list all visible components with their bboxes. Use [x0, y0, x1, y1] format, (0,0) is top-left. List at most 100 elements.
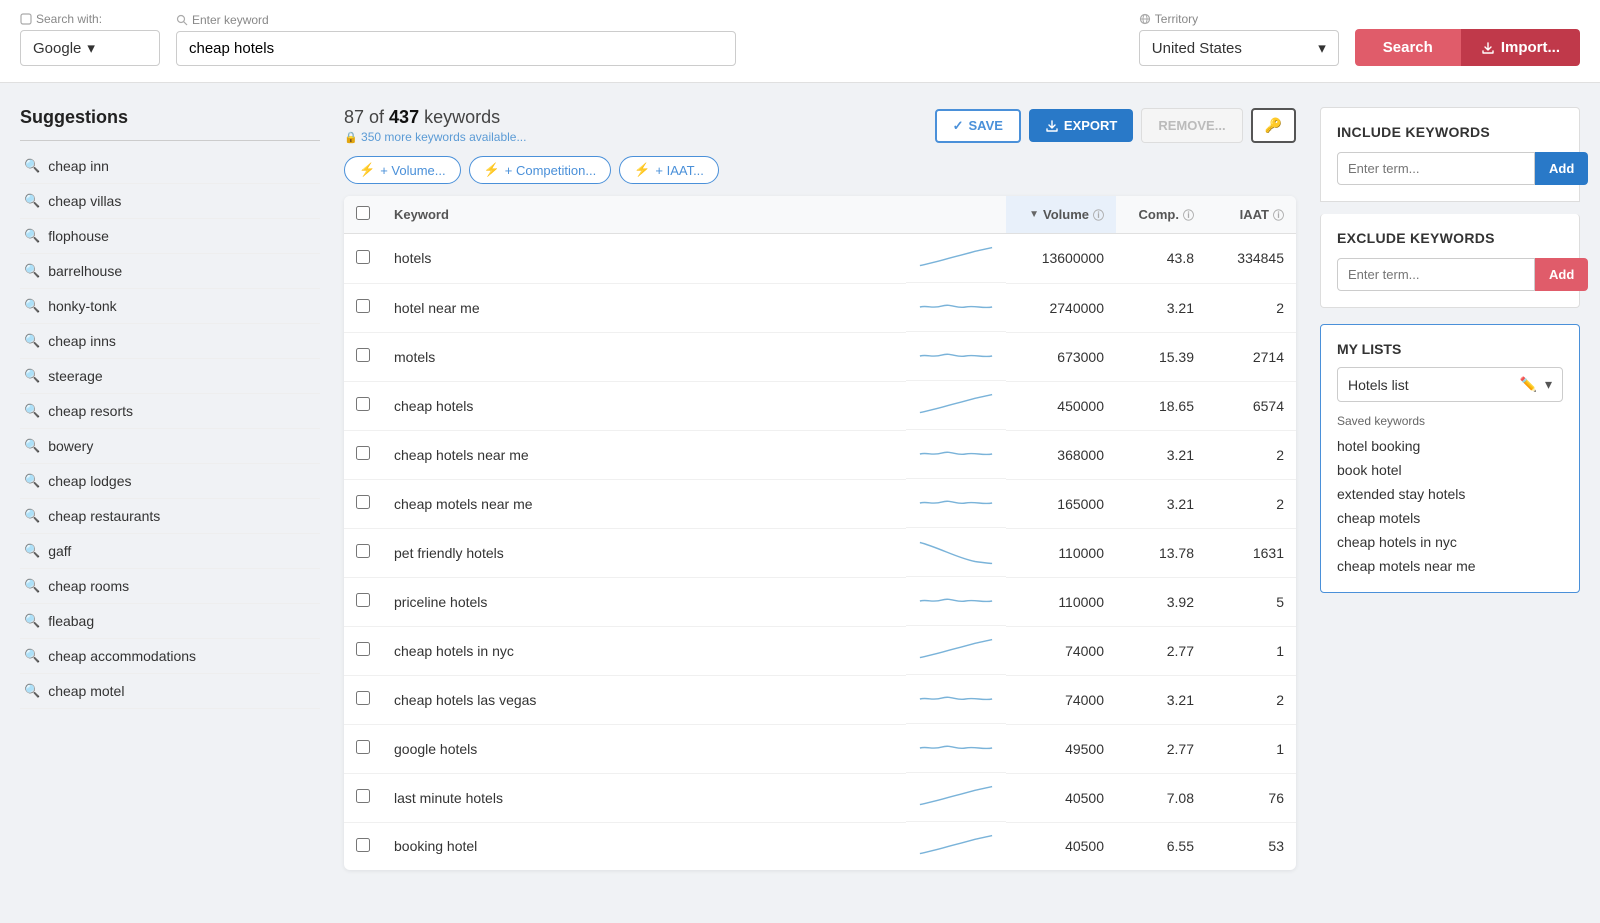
search-import-group: Search Import...	[1355, 29, 1580, 66]
table-row: cheap hotels las vegas740003.212	[344, 675, 1296, 724]
territory-select[interactable]: United States ▾	[1139, 30, 1339, 66]
search-with-field: Search with: Google ▾	[20, 12, 160, 66]
keywords-count: 87 of 437 keywords	[344, 107, 526, 128]
th-iaat[interactable]: IAAT ⓘ	[1206, 196, 1296, 234]
search-button[interactable]: Search	[1355, 29, 1461, 66]
sidebar-item[interactable]: 🔍cheap motel	[20, 674, 320, 709]
sidebar-item[interactable]: 🔍honky-tonk	[20, 289, 320, 324]
keyword-input[interactable]	[176, 31, 736, 66]
comp-cell: 3.21	[1116, 675, 1206, 724]
row-checkbox[interactable]	[356, 250, 370, 264]
search-with-select[interactable]: Google ▾	[20, 30, 160, 66]
iaat-cell: 6574	[1206, 381, 1296, 430]
export-button[interactable]: EXPORT	[1029, 109, 1133, 142]
lock-icon: 🔒	[344, 132, 358, 144]
sidebar-item[interactable]: 🔍cheap inns	[20, 324, 320, 359]
iaat-cell: 53	[1206, 822, 1296, 870]
filter-tag[interactable]: ⚡+ Volume...	[344, 156, 461, 184]
trend-cell	[906, 381, 1006, 430]
keyword-cell: cheap hotels	[382, 381, 906, 430]
search-icon: 🔍	[24, 298, 40, 314]
import-button[interactable]: Import...	[1461, 29, 1580, 66]
filter-tag[interactable]: ⚡+ Competition...	[469, 156, 612, 184]
th-check	[344, 196, 382, 234]
key-button[interactable]: 🔑	[1251, 108, 1296, 143]
sidebar-items: 🔍cheap inn🔍cheap villas🔍flophouse🔍barrel…	[20, 149, 320, 709]
row-checkbox[interactable]	[356, 544, 370, 558]
row-checkbox[interactable]	[356, 691, 370, 705]
sidebar-item[interactable]: 🔍steerage	[20, 359, 320, 394]
comp-info-icon[interactable]: ⓘ	[1183, 207, 1194, 223]
filter-tag[interactable]: ⚡+ IAAT...	[619, 156, 719, 184]
volume-info-icon[interactable]: ⓘ	[1093, 207, 1104, 223]
comp-cell: 7.08	[1116, 773, 1206, 822]
search-icon: 🔍	[24, 158, 40, 174]
volume-cell: 673000	[1006, 332, 1116, 381]
sidebar-item[interactable]: 🔍barrelhouse	[20, 254, 320, 289]
search-icon: 🔍	[24, 613, 40, 629]
saved-keyword-item: extended stay hotels	[1337, 484, 1563, 504]
sidebar-item[interactable]: 🔍flophouse	[20, 219, 320, 254]
sidebar-item[interactable]: 🔍cheap inn	[20, 149, 320, 184]
sidebar-item[interactable]: 🔍cheap lodges	[20, 464, 320, 499]
search-icon: 🔍	[24, 403, 40, 419]
sidebar-item[interactable]: 🔍fleabag	[20, 604, 320, 639]
th-keyword[interactable]: Keyword	[382, 196, 906, 234]
edit-icon[interactable]: ✏️	[1520, 376, 1537, 393]
row-checkbox[interactable]	[356, 495, 370, 509]
exclude-term-input[interactable]	[1337, 258, 1535, 291]
sidebar: Suggestions 🔍cheap inn🔍cheap villas🔍flop…	[20, 107, 320, 870]
sidebar-item[interactable]: 🔍bowery	[20, 429, 320, 464]
volume-cell: 2740000	[1006, 283, 1116, 332]
table-row: google hotels495002.771	[344, 724, 1296, 773]
iaat-info-icon[interactable]: ⓘ	[1273, 207, 1284, 223]
include-term-input[interactable]	[1337, 152, 1535, 185]
table-row: booking hotel405006.5553	[344, 822, 1296, 870]
row-checkbox[interactable]	[356, 593, 370, 607]
saved-keyword-item: cheap motels	[1337, 508, 1563, 528]
table-row: pet friendly hotels11000013.781631	[344, 528, 1296, 577]
trend-cell	[906, 332, 1006, 381]
keyword-cell: cheap hotels las vegas	[382, 675, 906, 724]
row-checkbox[interactable]	[356, 348, 370, 362]
exclude-input-row: Add	[1337, 258, 1563, 291]
remove-button: REMOVE...	[1141, 108, 1242, 143]
sidebar-item[interactable]: 🔍cheap accommodations	[20, 639, 320, 674]
saved-kw-list: hotel bookingbook hotelextended stay hot…	[1337, 436, 1563, 576]
sidebar-item[interactable]: 🔍cheap resorts	[20, 394, 320, 429]
search-icon: 🔍	[24, 438, 40, 454]
row-checkbox[interactable]	[356, 838, 370, 852]
keyword-cell: google hotels	[382, 724, 906, 773]
save-button[interactable]: ✓ SAVE	[935, 109, 1021, 143]
list-name: Hotels list	[1348, 377, 1409, 393]
th-comp[interactable]: Comp. ⓘ	[1116, 196, 1206, 234]
th-volume[interactable]: ▼ Volume ⓘ	[1006, 196, 1116, 234]
include-add-button[interactable]: Add	[1535, 152, 1588, 185]
sidebar-item[interactable]: 🔍gaff	[20, 534, 320, 569]
row-checkbox[interactable]	[356, 446, 370, 460]
comp-cell: 18.65	[1116, 381, 1206, 430]
row-checkbox[interactable]	[356, 740, 370, 754]
table-row: hotel near me27400003.212	[344, 283, 1296, 332]
exclude-add-button[interactable]: Add	[1535, 258, 1588, 291]
row-checkbox[interactable]	[356, 397, 370, 411]
saved-keyword-item: hotel booking	[1337, 436, 1563, 456]
keyword-cell: cheap hotels near me	[382, 430, 906, 479]
sidebar-item[interactable]: 🔍cheap rooms	[20, 569, 320, 604]
search-with-label: Search with:	[20, 12, 160, 26]
exclude-keywords-section: EXCLUDE KEYWORDS Add	[1320, 214, 1580, 308]
row-checkbox[interactable]	[356, 642, 370, 656]
table-row: cheap motels near me1650003.212	[344, 479, 1296, 528]
volume-cell: 40500	[1006, 773, 1116, 822]
select-all-checkbox[interactable]	[356, 206, 370, 220]
chevron-down-icon[interactable]: ▾	[1545, 376, 1552, 393]
keyword-cell: booking hotel	[382, 822, 906, 870]
list-selector[interactable]: Hotels list ✏️ ▾	[1337, 367, 1563, 402]
sidebar-item[interactable]: 🔍cheap villas	[20, 184, 320, 219]
search-icon: 🔍	[24, 368, 40, 384]
row-checkbox[interactable]	[356, 299, 370, 313]
iaat-cell: 2	[1206, 283, 1296, 332]
sidebar-item[interactable]: 🔍cheap restaurants	[20, 499, 320, 534]
row-checkbox[interactable]	[356, 789, 370, 803]
territory-label: Territory	[1139, 12, 1339, 26]
